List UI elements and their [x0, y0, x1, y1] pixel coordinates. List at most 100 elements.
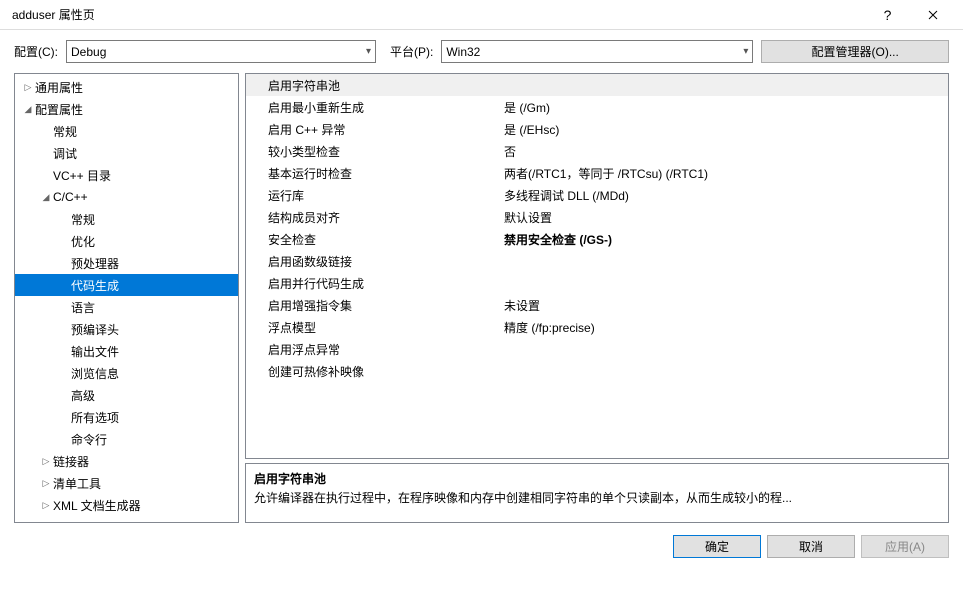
tree-expand-icon: ▷ [21, 82, 35, 93]
property-name: 启用函数级链接 [246, 253, 500, 270]
tree-expand-icon: ◢ [39, 192, 53, 203]
property-value: 多线程调试 DLL (/MDd) [500, 187, 948, 204]
tree-item[interactable]: 高级 [15, 384, 238, 406]
tree-item-label: 命令行 [71, 431, 107, 448]
tree-item[interactable]: ▷清单工具 [15, 472, 238, 494]
title-bar: adduser 属性页 ? [0, 0, 963, 30]
tree-item-label: XML 文档生成器 [53, 497, 141, 514]
tree-item[interactable]: ◢C/C++ [15, 186, 238, 208]
platform-select[interactable]: Win32 ▾ [441, 40, 753, 63]
property-value: 禁用安全检查 (/GS-) [500, 231, 948, 248]
tree-item[interactable]: 预处理器 [15, 252, 238, 274]
property-row[interactable]: 启用最小重新生成是 (/Gm) [246, 96, 948, 118]
tree-item[interactable]: 代码生成 [15, 274, 238, 296]
property-row[interactable]: 浮点模型精度 (/fp:precise) [246, 316, 948, 338]
tree-expand-icon: ▷ [39, 478, 53, 489]
property-value: 两者(/RTC1，等同于 /RTCsu) (/RTC1) [500, 165, 948, 182]
property-row[interactable]: 启用 C++ 异常是 (/EHsc) [246, 118, 948, 140]
tree-item[interactable]: 预编译头 [15, 318, 238, 340]
cancel-button[interactable]: 取消 [767, 535, 855, 558]
property-value: 精度 (/fp:precise) [500, 319, 948, 336]
close-icon [928, 10, 938, 20]
tree-item[interactable]: 常规 [15, 208, 238, 230]
property-row[interactable]: 较小类型检查否 [246, 140, 948, 162]
property-value: 否 [500, 143, 948, 160]
property-row[interactable]: 基本运行时检查两者(/RTC1，等同于 /RTCsu) (/RTC1) [246, 162, 948, 184]
tree-item-label: 优化 [71, 233, 95, 250]
platform-value: Win32 [446, 45, 480, 59]
tree-item-label: 预处理器 [71, 255, 119, 272]
tree-item[interactable]: ◢配置属性 [15, 98, 238, 120]
tree-item-label: C/C++ [53, 190, 88, 204]
property-row[interactable]: 启用浮点异常 [246, 338, 948, 360]
tree-item[interactable]: 命令行 [15, 428, 238, 450]
tree-item[interactable]: 常规 [15, 120, 238, 142]
tree-item-label: 常规 [53, 123, 77, 140]
property-name: 启用浮点异常 [246, 341, 500, 358]
tree-item[interactable]: VC++ 目录 [15, 164, 238, 186]
property-name: 创建可热修补映像 [246, 363, 500, 380]
property-row[interactable]: 启用字符串池 [246, 74, 948, 96]
tree-item[interactable]: 优化 [15, 230, 238, 252]
chevron-down-icon: ▾ [743, 46, 748, 57]
chevron-down-icon: ▾ [366, 46, 371, 57]
property-row[interactable]: 启用函数级链接 [246, 250, 948, 272]
tree-item-label: VC++ 目录 [53, 167, 111, 184]
property-row[interactable]: 创建可热修补映像 [246, 360, 948, 382]
tree-item-label: 常规 [71, 211, 95, 228]
tree-item-label: 所有选项 [71, 409, 119, 426]
property-row[interactable]: 启用并行代码生成 [246, 272, 948, 294]
property-row[interactable]: 结构成员对齐默认设置 [246, 206, 948, 228]
property-name: 启用 C++ 异常 [246, 121, 500, 138]
tree-item[interactable]: 浏览信息 [15, 362, 238, 384]
apply-button[interactable]: 应用(A) [861, 535, 949, 558]
config-row: 配置(C): Debug ▾ 平台(P): Win32 ▾ 配置管理器(O)..… [14, 40, 949, 63]
tree-item-label: 清单工具 [53, 475, 101, 492]
help-button[interactable]: ? [865, 0, 910, 30]
config-select[interactable]: Debug ▾ [66, 40, 376, 63]
tree-item[interactable]: ▷通用属性 [15, 76, 238, 98]
property-name: 启用并行代码生成 [246, 275, 500, 292]
property-row[interactable]: 运行库多线程调试 DLL (/MDd) [246, 184, 948, 206]
config-manager-button[interactable]: 配置管理器(O)... [761, 40, 949, 63]
tree-item[interactable]: 调试 [15, 142, 238, 164]
tree-expand-icon: ▷ [39, 456, 53, 467]
tree-item-label: 预编译头 [71, 321, 119, 338]
property-value: 是 (/Gm) [500, 99, 948, 116]
property-row[interactable]: 安全检查禁用安全检查 (/GS-) [246, 228, 948, 250]
tree-item-label: 调试 [53, 145, 77, 162]
close-button[interactable] [910, 0, 955, 30]
tree-item[interactable]: ▷链接器 [15, 450, 238, 472]
description-text: 允许编译器在执行过程中，在程序映像和内存中创建相同字符串的单个只读副本，从而生成… [254, 489, 940, 506]
tree-item[interactable]: 语言 [15, 296, 238, 318]
property-name: 安全检查 [246, 231, 500, 248]
tree-item-label: 输出文件 [71, 343, 119, 360]
tree-expand-icon: ▷ [39, 500, 53, 511]
tree-item[interactable]: ▷XML 文档生成器 [15, 494, 238, 516]
tree-item-label: 代码生成 [71, 277, 119, 294]
property-value: 默认设置 [500, 209, 948, 226]
property-name: 启用增强指令集 [246, 297, 500, 314]
property-name: 较小类型检查 [246, 143, 500, 160]
ok-button[interactable]: 确定 [673, 535, 761, 558]
tree-item[interactable]: 输出文件 [15, 340, 238, 362]
tree-expand-icon: ◢ [21, 104, 35, 115]
config-value: Debug [71, 45, 106, 59]
category-tree[interactable]: ▷通用属性◢配置属性常规调试VC++ 目录◢C/C++常规优化预处理器代码生成语… [14, 73, 239, 523]
tree-item-label: 通用属性 [35, 79, 83, 96]
property-name: 基本运行时检查 [246, 165, 500, 182]
property-name: 浮点模型 [246, 319, 500, 336]
property-grid[interactable]: 启用字符串池启用最小重新生成是 (/Gm)启用 C++ 异常是 (/EHsc)较… [245, 73, 949, 459]
window-title: adduser 属性页 [8, 6, 865, 23]
property-row[interactable]: 启用增强指令集未设置 [246, 294, 948, 316]
tree-item-label: 语言 [71, 299, 95, 316]
property-name: 启用最小重新生成 [246, 99, 500, 116]
property-name: 启用字符串池 [246, 77, 500, 94]
property-name: 运行库 [246, 187, 500, 204]
description-title: 启用字符串池 [254, 470, 940, 487]
property-name: 结构成员对齐 [246, 209, 500, 226]
property-value: 是 (/EHsc) [500, 121, 948, 138]
dialog-footer: 确定 取消 应用(A) [0, 523, 963, 570]
tree-item[interactable]: 所有选项 [15, 406, 238, 428]
tree-item-label: 高级 [71, 387, 95, 404]
